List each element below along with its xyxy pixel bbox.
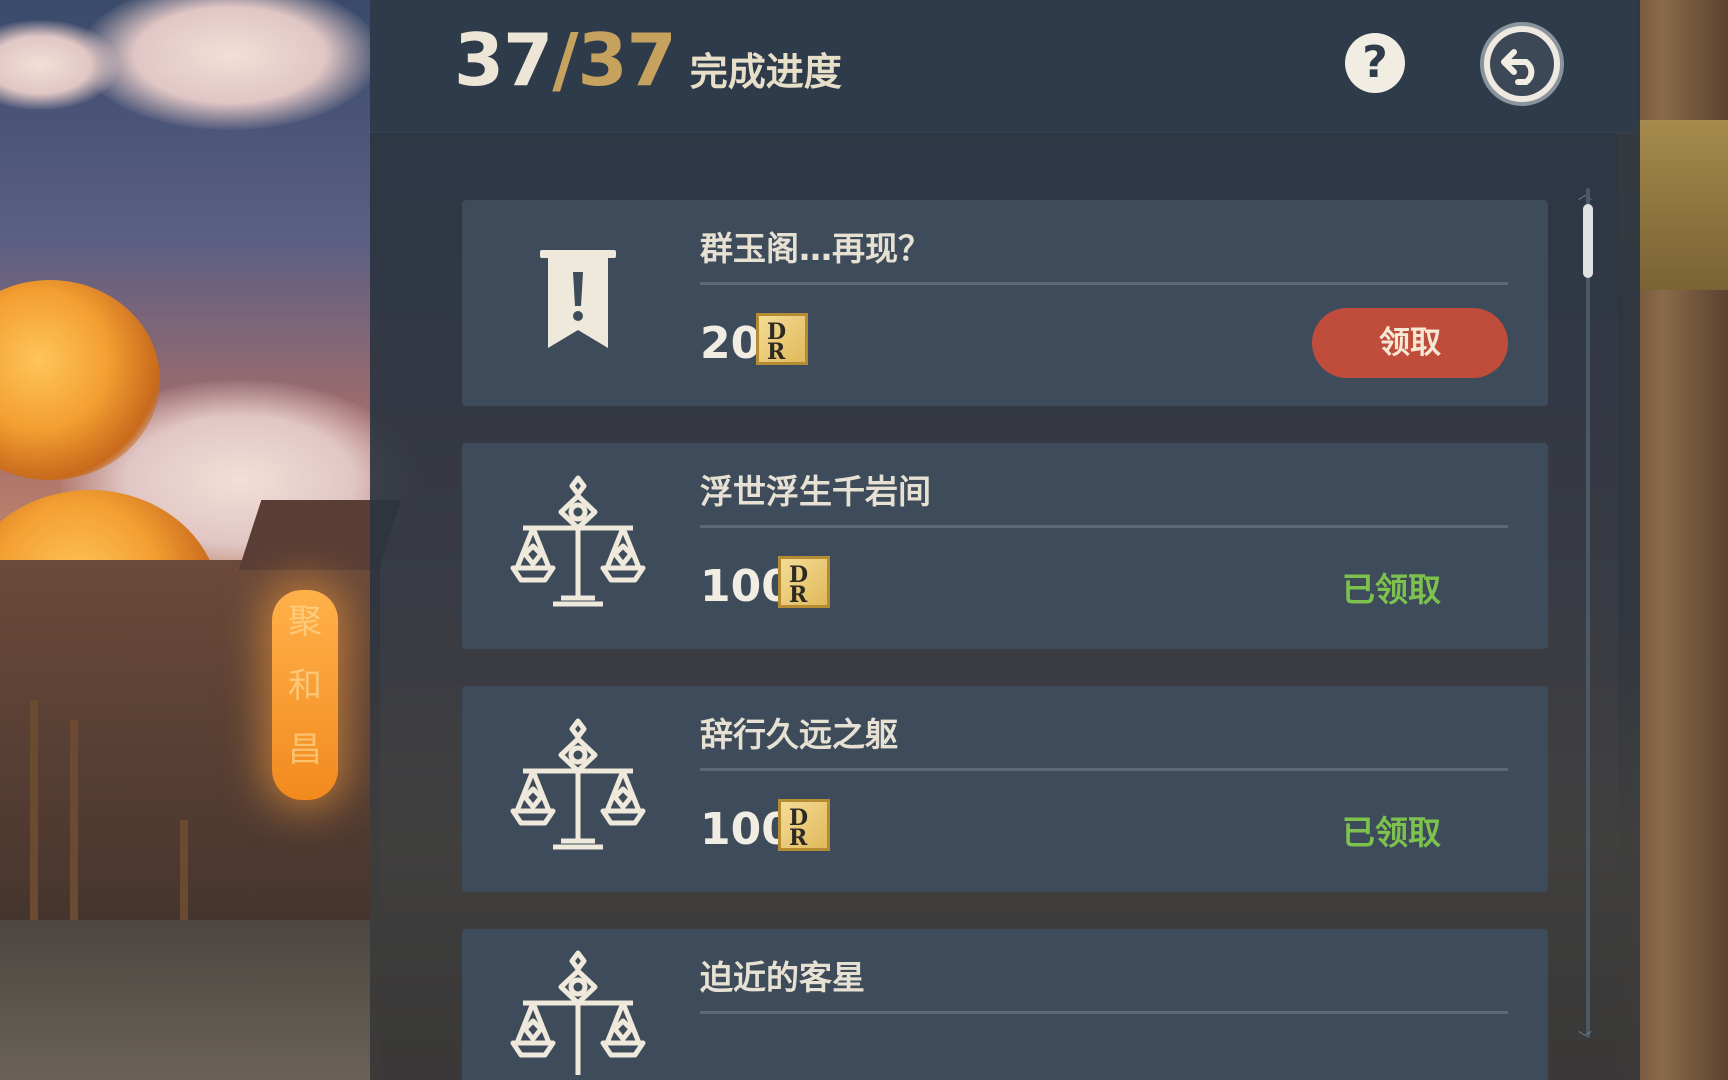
panel-header: 37 / 37 完成进度 ? (370, 0, 1636, 133)
divider (700, 1011, 1508, 1014)
quest-card: 浮世浮生千岩间 100 D R 已领取 (462, 443, 1548, 649)
back-button[interactable] (1480, 22, 1564, 106)
balance-scale-icon (492, 947, 664, 1080)
progress-slash: / (552, 18, 578, 102)
balance-scale-icon (492, 704, 664, 876)
quest-title: 浮世浮生千岩间 (700, 472, 931, 511)
quest-title: 迫近的客星 (700, 958, 865, 997)
claimed-status: 已领取 (1342, 570, 1441, 609)
divider (700, 282, 1508, 285)
completion-progress: 37 / 37 完成进度 (454, 18, 842, 102)
help-button[interactable]: ? (1345, 33, 1405, 93)
divider (700, 768, 1508, 771)
scrollbar-track[interactable] (1586, 188, 1590, 1038)
progress-label: 完成进度 (689, 50, 842, 94)
scrollbar-thumb[interactable] (1583, 204, 1593, 278)
claim-button[interactable]: 领取 (1312, 308, 1508, 378)
scroll-down-arrow-icon[interactable]: ﹀ (1578, 1028, 1592, 1048)
reward-item-icon: D R (778, 799, 830, 851)
claimed-status: 已领取 (1342, 813, 1441, 852)
quest-card: 群玉阁…再现？ 20 D R 领取 (462, 200, 1548, 406)
quest-card: 迫近的客星 (462, 929, 1548, 1080)
progress-current: 37 (454, 18, 553, 102)
lantern-sign: 聚和昌 (272, 590, 338, 800)
quest-title: 群玉阁…再现？ (700, 229, 931, 268)
reward-amount: 20 (700, 318, 762, 369)
quest-card: 辞行久远之躯 100 D R 已领取 (462, 686, 1548, 892)
reward-item-icon: D R (778, 556, 830, 608)
divider (700, 525, 1508, 528)
back-arrow-icon (1490, 32, 1554, 96)
progress-total: 37 (577, 18, 677, 102)
quest-banner-icon (492, 218, 664, 390)
reward-item-icon: D R (756, 313, 808, 365)
quest-progress-panel: 37 / 37 完成进度 ? 群玉阁…再现？ 20 D R 领取 浮世浮生千岩间… (370, 0, 1636, 1080)
question-icon: ? (1362, 37, 1388, 88)
quest-title: 辞行久远之躯 (700, 715, 898, 754)
balance-scale-icon (492, 461, 664, 633)
